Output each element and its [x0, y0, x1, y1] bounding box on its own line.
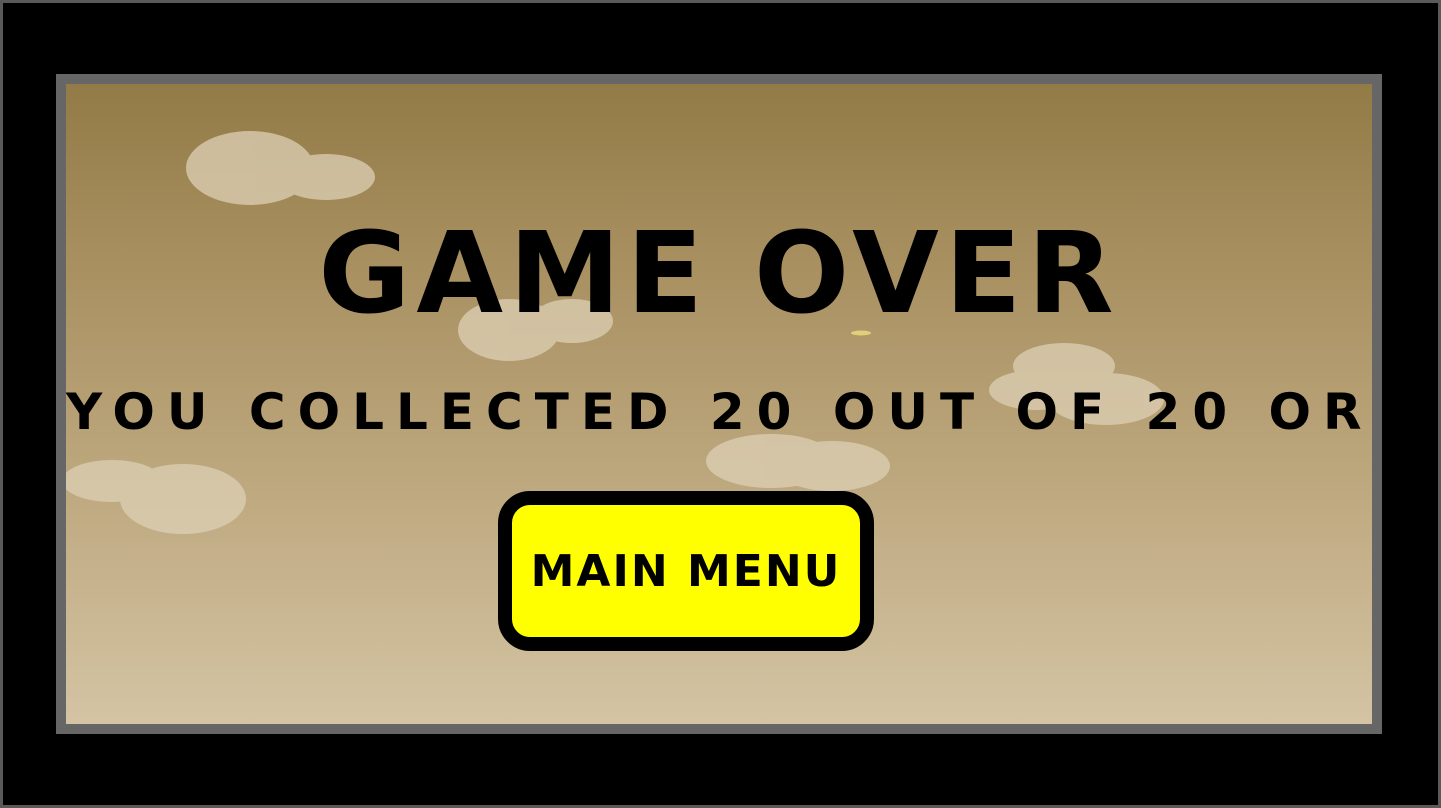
main-menu-button-label: MAIN MENU [530, 545, 842, 597]
main-menu-button[interactable]: MAIN MENU [498, 491, 874, 651]
orbs-collected-message: YOU COLLECTED 20 OUT OF 20 ORBS [66, 383, 1382, 441]
game-over-title: GAME OVER [318, 209, 1120, 339]
cloud-5 [66, 460, 246, 534]
game-viewport: GAME OVER YOU COLLECTED 20 OUT OF 20 ORB… [56, 74, 1382, 734]
cloud-1 [186, 131, 375, 205]
